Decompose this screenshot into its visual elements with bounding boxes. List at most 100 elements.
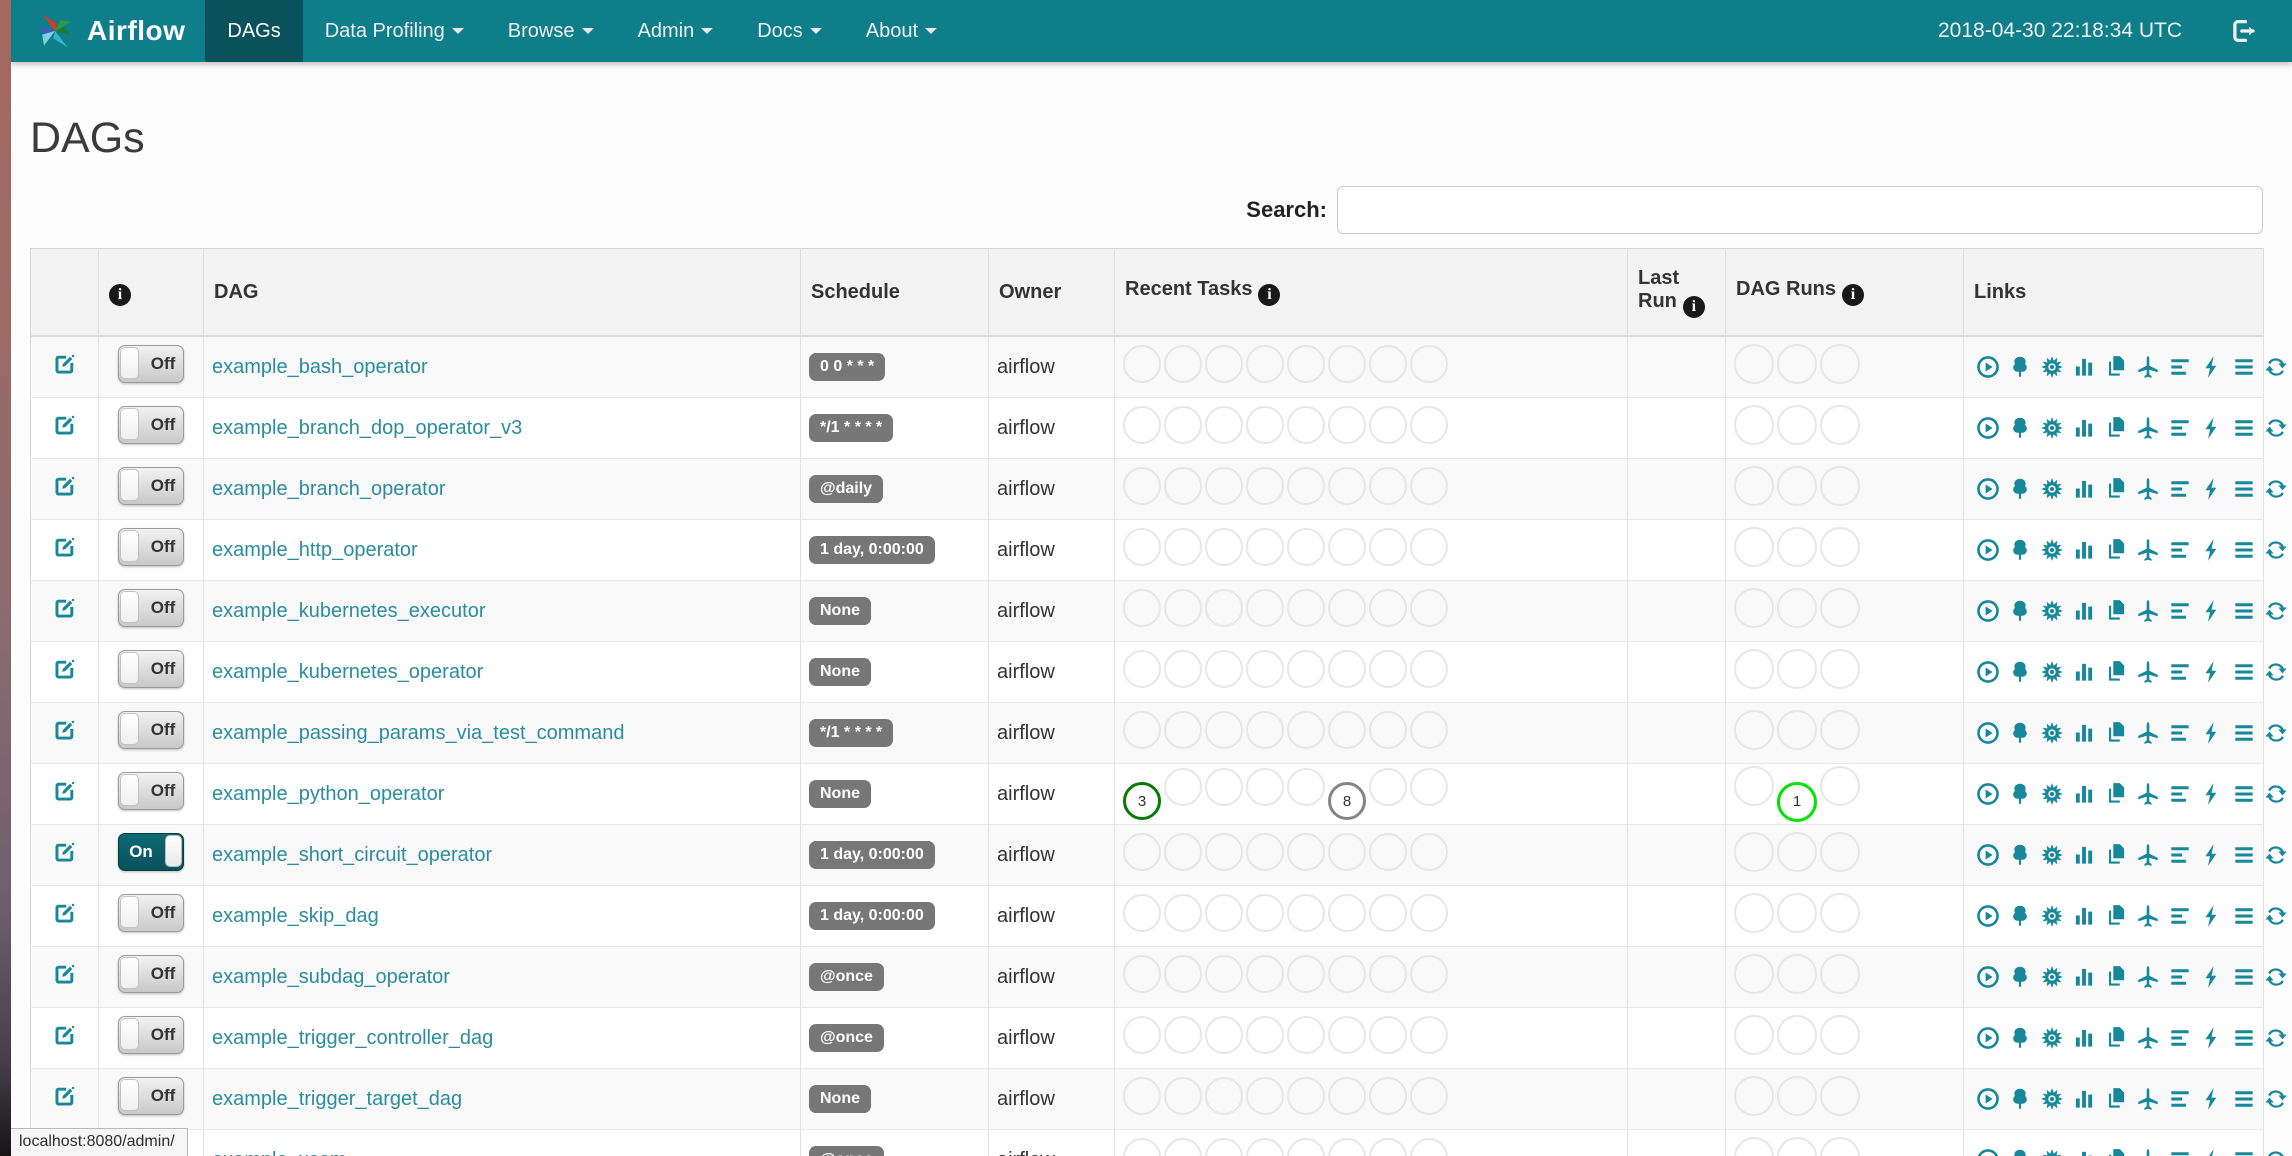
pause-toggle[interactable]: Off (118, 650, 184, 688)
dag-run-status-circle[interactable] (1820, 1076, 1860, 1116)
code-view-icon[interactable] (2199, 1147, 2225, 1156)
task-status-circle[interactable] (1369, 345, 1407, 383)
gantt-view-icon[interactable] (2167, 598, 2193, 624)
gantt-view-icon[interactable] (2167, 354, 2193, 380)
task-status-circle[interactable] (1164, 1138, 1202, 1156)
task-status-circle[interactable] (1205, 1138, 1243, 1156)
task-duration-icon[interactable] (2071, 720, 2097, 746)
dag-run-status-circle[interactable] (1777, 1137, 1817, 1156)
search-input[interactable] (1337, 186, 2263, 234)
logs-icon[interactable] (2231, 476, 2257, 502)
graph-view-icon[interactable] (2039, 476, 2065, 502)
logs-icon[interactable] (2231, 842, 2257, 868)
trigger-dag-icon[interactable] (1975, 476, 2001, 502)
task-status-circle[interactable] (1246, 528, 1284, 566)
task-status-circle[interactable] (1369, 767, 1407, 806)
task-status-circle[interactable] (1369, 1138, 1407, 1156)
airflow-brand[interactable]: Airflow (33, 0, 185, 62)
task-status-circle[interactable] (1123, 1077, 1161, 1115)
nav-item-about[interactable]: About (844, 0, 959, 62)
dag-run-status-circle[interactable] (1777, 1076, 1817, 1116)
dag-run-status-circle[interactable] (1734, 1015, 1774, 1055)
dag-name-link[interactable]: example_subdag_operator (212, 966, 450, 988)
dag-run-status-circle[interactable] (1734, 710, 1774, 750)
refresh-icon[interactable] (2263, 354, 2289, 380)
trigger-dag-icon[interactable] (1975, 354, 2001, 380)
task-duration-icon[interactable] (2071, 659, 2097, 685)
landing-times-icon[interactable] (2135, 537, 2161, 563)
task-status-circle[interactable] (1410, 833, 1448, 871)
landing-times-icon[interactable] (2135, 903, 2161, 929)
dag-run-status-circle[interactable] (1820, 588, 1860, 628)
task-status-circle[interactable] (1246, 406, 1284, 444)
task-status-circle[interactable] (1410, 406, 1448, 444)
task-status-circle[interactable] (1287, 345, 1325, 383)
tree-view-icon[interactable] (2007, 781, 2033, 807)
task-status-circle[interactable] (1123, 589, 1161, 627)
dag-run-status-circle[interactable] (1734, 954, 1774, 994)
task-status-circle[interactable] (1410, 467, 1448, 505)
graph-view-icon[interactable] (2039, 720, 2065, 746)
logs-icon[interactable] (2231, 781, 2257, 807)
task-duration-icon[interactable] (2071, 415, 2097, 441)
gantt-view-icon[interactable] (2167, 1025, 2193, 1051)
refresh-icon[interactable] (2263, 537, 2289, 563)
task-status-circle[interactable] (1205, 1077, 1243, 1115)
trigger-dag-icon[interactable] (1975, 415, 2001, 441)
schedule-badge[interactable]: @daily (809, 475, 884, 503)
task-status-circle[interactable] (1410, 711, 1448, 749)
gantt-view-icon[interactable] (2167, 964, 2193, 990)
task-status-circle[interactable] (1205, 467, 1243, 505)
task-status-circle[interactable] (1205, 955, 1243, 993)
edit-dag-icon[interactable] (51, 351, 78, 378)
dag-run-status-circle[interactable] (1820, 832, 1860, 872)
dag-run-status-circle[interactable] (1777, 588, 1817, 628)
dag-run-status-circle[interactable] (1777, 832, 1817, 872)
trigger-dag-icon[interactable] (1975, 598, 2001, 624)
task-tries-icon[interactable] (2103, 476, 2129, 502)
code-view-icon[interactable] (2199, 598, 2225, 624)
dag-name-link[interactable]: example_trigger_target_dag (212, 1088, 462, 1110)
pause-toggle[interactable]: Off (118, 772, 184, 810)
task-status-circle[interactable] (1246, 1016, 1284, 1054)
gantt-view-icon[interactable] (2167, 476, 2193, 502)
task-status-circle[interactable] (1287, 1016, 1325, 1054)
landing-times-icon[interactable] (2135, 1147, 2161, 1156)
trigger-dag-icon[interactable] (1975, 537, 2001, 563)
task-status-circle[interactable] (1164, 589, 1202, 627)
logs-icon[interactable] (2231, 354, 2257, 380)
edit-dag-icon[interactable] (51, 534, 78, 561)
pause-toggle[interactable]: Off (118, 711, 184, 749)
logs-icon[interactable] (2231, 1086, 2257, 1112)
trigger-dag-icon[interactable] (1975, 659, 2001, 685)
pause-toggle[interactable]: Off (118, 1016, 184, 1054)
edit-dag-icon[interactable] (51, 656, 78, 683)
graph-view-icon[interactable] (2039, 598, 2065, 624)
task-status-circle[interactable] (1328, 528, 1366, 566)
pause-toggle[interactable]: Off (118, 894, 184, 932)
task-status-circle[interactable] (1287, 711, 1325, 749)
logs-icon[interactable] (2231, 659, 2257, 685)
code-view-icon[interactable] (2199, 659, 2225, 685)
task-status-circle[interactable] (1287, 528, 1325, 566)
edit-dag-icon[interactable] (51, 473, 78, 500)
task-status-circle[interactable] (1246, 589, 1284, 627)
task-status-circle[interactable] (1328, 711, 1366, 749)
dag-run-status-circle[interactable] (1820, 766, 1860, 807)
task-tries-icon[interactable] (2103, 903, 2129, 929)
edit-dag-icon[interactable] (51, 595, 78, 622)
task-status-circle[interactable] (1287, 1077, 1325, 1115)
dag-run-status-circle[interactable] (1734, 527, 1774, 567)
logs-icon[interactable] (2231, 537, 2257, 563)
task-status-circle[interactable] (1123, 650, 1161, 688)
task-status-circle[interactable] (1164, 345, 1202, 383)
task-status-circle[interactable] (1164, 406, 1202, 444)
task-duration-icon[interactable] (2071, 476, 2097, 502)
task-status-circle[interactable] (1164, 833, 1202, 871)
task-duration-icon[interactable] (2071, 354, 2097, 380)
pause-toggle[interactable]: Off (118, 467, 184, 505)
task-status-circle[interactable] (1246, 345, 1284, 383)
landing-times-icon[interactable] (2135, 659, 2161, 685)
task-status-circle[interactable] (1246, 1138, 1284, 1156)
dag-run-status-circle[interactable] (1734, 344, 1774, 384)
